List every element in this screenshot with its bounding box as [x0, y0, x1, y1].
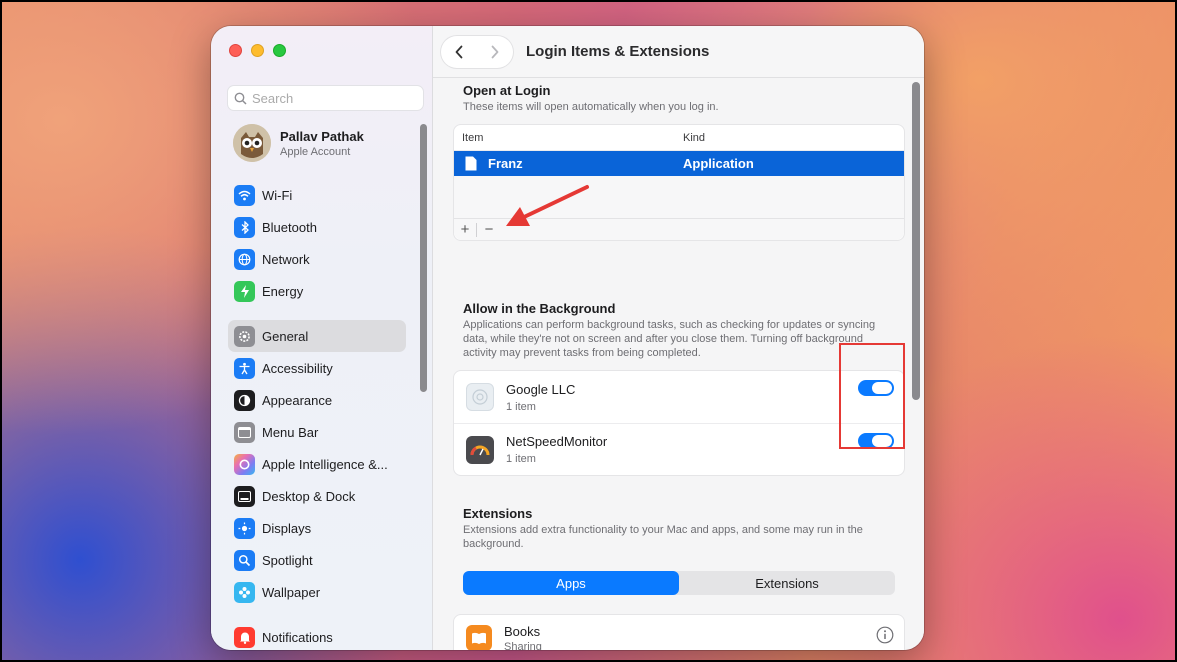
- annotation-highlight-box: [839, 343, 905, 449]
- annotation-arrow: [506, 185, 589, 226]
